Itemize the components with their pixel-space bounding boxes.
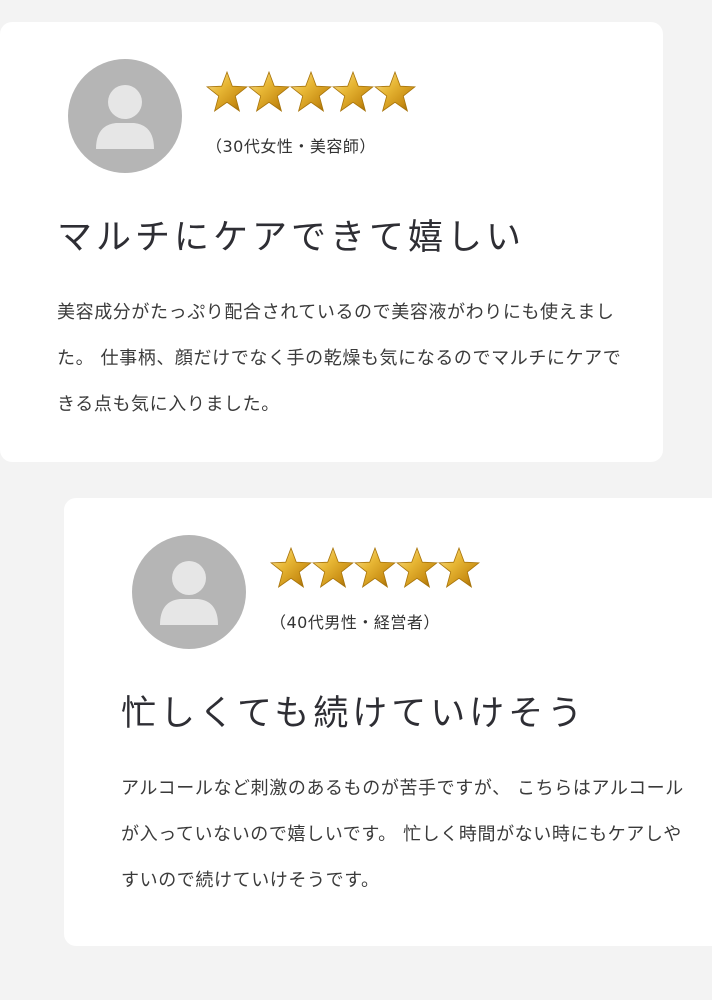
star-icon — [374, 70, 416, 112]
star-rating — [206, 70, 416, 114]
star-icon — [290, 70, 332, 112]
person-silhouette-icon — [96, 85, 154, 149]
star-icon — [206, 70, 248, 112]
review-card: （30代女性・美容師） マルチにケアできて嬉しい 美容成分がたっぷり配合されてい… — [0, 22, 663, 462]
star-icon — [248, 70, 290, 112]
avatar — [132, 535, 246, 649]
person-silhouette-icon — [160, 561, 218, 625]
reviewer-info: （40代男性・経営者） — [270, 613, 440, 632]
review-card: （40代男性・経営者） 忙しくても続けていけそう アルコールなど刺激のあるものが… — [64, 498, 712, 946]
star-icon — [312, 546, 354, 588]
star-rating — [270, 546, 480, 590]
star-icon — [396, 546, 438, 588]
star-icon — [270, 546, 312, 588]
review-headline: マルチにケアできて嬉しい — [57, 218, 526, 258]
review-body: アルコールなど刺激のあるものが苦手ですが、 こちらはアルコールが入っていないので… — [121, 778, 684, 891]
review-body: 美容成分がたっぷり配合されているので美容液がわりにも使えました。 仕事柄、顔だけ… — [57, 302, 622, 415]
star-icon — [354, 546, 396, 588]
reviewer-info: （30代女性・美容師） — [206, 137, 376, 156]
star-icon — [438, 546, 480, 588]
avatar — [68, 59, 182, 173]
review-headline: 忙しくても続けていけそう — [121, 694, 587, 734]
star-icon — [332, 70, 374, 112]
